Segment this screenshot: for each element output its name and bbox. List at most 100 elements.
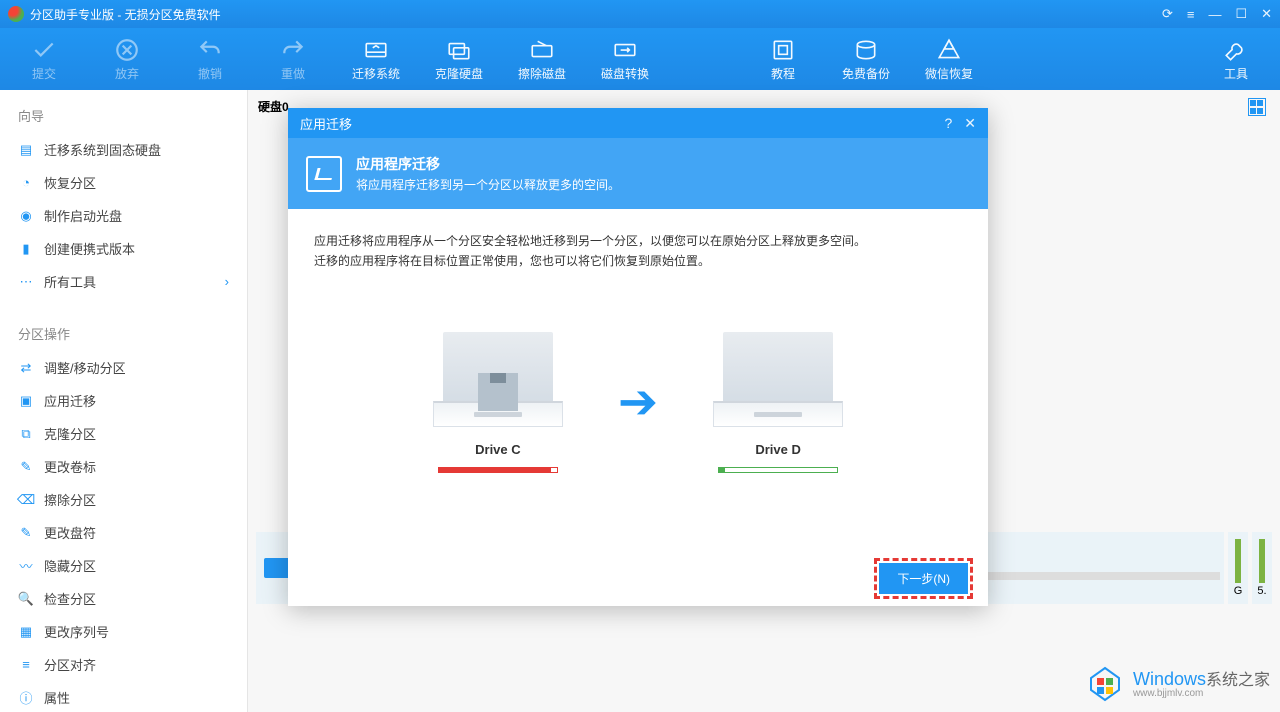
drive-d-bar (718, 467, 838, 473)
migrate-icon (363, 37, 389, 63)
sidebar-item-change-label[interactable]: ✎更改卷标 (0, 450, 247, 483)
discard-button[interactable]: 放弃 (103, 37, 151, 82)
sidebar-item-change-serial[interactable]: ▦更改序列号 (0, 615, 247, 648)
info-icon: ⓘ (18, 690, 34, 706)
sidebar-item-app-migrate[interactable]: ▣应用迁移 (0, 384, 247, 417)
dialog-titlebar: 应用迁移 ? ✕ (288, 108, 988, 138)
grid-view-icon[interactable] (1248, 98, 1266, 116)
erase-icon (529, 37, 555, 63)
check-icon (31, 37, 57, 63)
windows-logo-icon (1085, 664, 1125, 704)
body-text-1: 应用迁移将应用程序从一个分区安全轻松地迁移到另一个分区，以便您可以在原始分区上释… (314, 231, 962, 251)
drive-d-label: Drive D (755, 439, 801, 461)
convert-icon (612, 37, 638, 63)
erase-disk-button[interactable]: 擦除磁盘 (518, 37, 566, 82)
app-migrate-icon: ▣ (18, 393, 34, 409)
sidebar-item-change-letter[interactable]: ✎更改盘符 (0, 516, 247, 549)
sidebar-item-migrate-ssd[interactable]: ▤迁移系统到固态硬盘 (0, 133, 247, 166)
watermark: Windows系统之家 www.bjjmlv.com (1085, 664, 1270, 704)
main-toolbar: 提交 放弃 撤销 重做 迁移系统 克隆硬盘 擦除磁盘 磁盘转换 教程 免费备份 … (0, 28, 1280, 90)
resize-icon: ⇄ (18, 360, 34, 376)
wechat-recovery-button[interactable]: 微信恢复 (925, 37, 973, 82)
free-backup-button[interactable]: 免费备份 (842, 37, 890, 82)
refresh-icon[interactable]: ⟳ (1162, 6, 1173, 22)
dialog-header-sub: 将应用程序迁移到另一个分区以释放更多的空间。 (356, 176, 620, 193)
label-icon: ✎ (18, 459, 34, 475)
dialog-header-title: 应用程序迁移 (356, 154, 620, 174)
align-icon: ≡ (18, 657, 34, 673)
letter-icon: ✎ (18, 525, 34, 541)
wrench-icon (1223, 37, 1249, 63)
sidebar-item-clone-partition[interactable]: ⧉克隆分区 (0, 417, 247, 450)
tutorial-icon (770, 37, 796, 63)
usb-icon: ▮ (18, 241, 34, 257)
watermark-brand: Windows (1133, 669, 1206, 689)
migrate-header-icon (306, 156, 342, 192)
menu-icon[interactable]: ≡ (1187, 7, 1195, 22)
serial-icon: ▦ (18, 624, 34, 640)
commit-button[interactable]: 提交 (20, 37, 68, 82)
package-icon (478, 373, 518, 411)
sidebar-item-all-tools[interactable]: ⋯所有工具› (0, 265, 247, 298)
disk-convert-button[interactable]: 磁盘转换 (601, 37, 649, 82)
sidebar-item-erase-partition[interactable]: ⌫擦除分区 (0, 483, 247, 516)
next-button[interactable]: 下一步(N) (879, 563, 968, 594)
dialog-close-icon[interactable]: ✕ (964, 115, 976, 132)
sidebar-item-hide-partition[interactable]: 〰隐藏分区 (0, 549, 247, 582)
undo-icon (197, 37, 223, 63)
partition-small-2[interactable]: 5. (1252, 532, 1272, 604)
dialog-body: 应用迁移将应用程序从一个分区安全轻松地迁移到另一个分区，以便您可以在原始分区上释… (288, 209, 988, 550)
wechat-icon (936, 37, 962, 63)
sidebar: 向导 ▤迁移系统到固态硬盘 ◔恢复分区 ◉制作启动光盘 ▮创建便携式版本 ⋯所有… (0, 90, 248, 712)
clone-part-icon: ⧉ (18, 426, 34, 442)
backup-icon (853, 37, 879, 63)
tutorial-button[interactable]: 教程 (759, 37, 807, 82)
minimize-icon[interactable]: ― (1208, 7, 1221, 22)
arrow-right-icon: ➔ (618, 362, 658, 444)
redo-icon (280, 37, 306, 63)
sidebar-item-check-partition[interactable]: 🔍检查分区 (0, 582, 247, 615)
window-controls: ⟳ ≡ ― ☐ ✕ (1162, 6, 1272, 22)
sidebar-item-boot-disc[interactable]: ◉制作启动光盘 (0, 199, 247, 232)
dialog-footer: 下一步(N) (288, 550, 988, 606)
drive-c-bar (438, 467, 558, 473)
undo-button[interactable]: 撤销 (186, 37, 234, 82)
tools-button[interactable]: 工具 (1212, 37, 1260, 82)
sidebar-item-portable[interactable]: ▮创建便携式版本 (0, 232, 247, 265)
ops-header: 分区操作 (0, 316, 247, 351)
drive-c: Drive C (408, 332, 588, 473)
recover-icon: ◔ (18, 175, 34, 191)
sidebar-item-properties[interactable]: ⓘ属性 (0, 681, 247, 712)
app-migrate-dialog: 应用迁移 ? ✕ 应用程序迁移 将应用程序迁移到另一个分区以释放更多的空间。 应… (288, 108, 988, 606)
watermark-url: www.bjjmlv.com (1133, 689, 1270, 699)
check-part-icon: 🔍 (18, 591, 34, 607)
drive-c-label: Drive C (475, 439, 521, 461)
maximize-icon[interactable]: ☐ (1235, 6, 1247, 22)
sidebar-item-recover-partition[interactable]: ◔恢复分区 (0, 166, 247, 199)
migrate-os-button[interactable]: 迁移系统 (352, 37, 400, 82)
dialog-header: 应用程序迁移 将应用程序迁移到另一个分区以释放更多的空间。 (288, 138, 988, 209)
redo-button[interactable]: 重做 (269, 37, 317, 82)
cancel-icon (114, 37, 140, 63)
help-icon[interactable]: ? (944, 115, 952, 131)
app-title: 分区助手专业版 - 无损分区免费软件 (30, 6, 1162, 23)
app-logo-icon (8, 6, 24, 22)
disc-icon: ◉ (18, 208, 34, 224)
wizard-header: 向导 (0, 98, 247, 133)
chevron-right-icon: › (225, 274, 229, 289)
sidebar-item-align[interactable]: ≡分区对齐 (0, 648, 247, 681)
body-text-2: 迁移的应用程序将在目标位置正常使用，您也可以将它们恢复到原始位置。 (314, 251, 962, 271)
titlebar: 分区助手专业版 - 无损分区免费软件 ⟳ ≡ ― ☐ ✕ (0, 0, 1280, 28)
dialog-title: 应用迁移 (300, 114, 352, 133)
drive-d: Drive D (688, 332, 868, 473)
hide-icon: 〰 (18, 558, 34, 574)
erase-part-icon: ⌫ (18, 492, 34, 508)
sidebar-item-resize[interactable]: ⇄调整/移动分区 (0, 351, 247, 384)
partition-small-1[interactable]: G (1228, 532, 1248, 604)
clone-disk-button[interactable]: 克隆硬盘 (435, 37, 483, 82)
more-icon: ⋯ (18, 274, 34, 290)
close-icon[interactable]: ✕ (1261, 6, 1272, 22)
clone-icon (446, 37, 472, 63)
drive-illustration: Drive C ➔ Drive D (314, 332, 962, 473)
ssd-icon: ▤ (18, 142, 34, 158)
